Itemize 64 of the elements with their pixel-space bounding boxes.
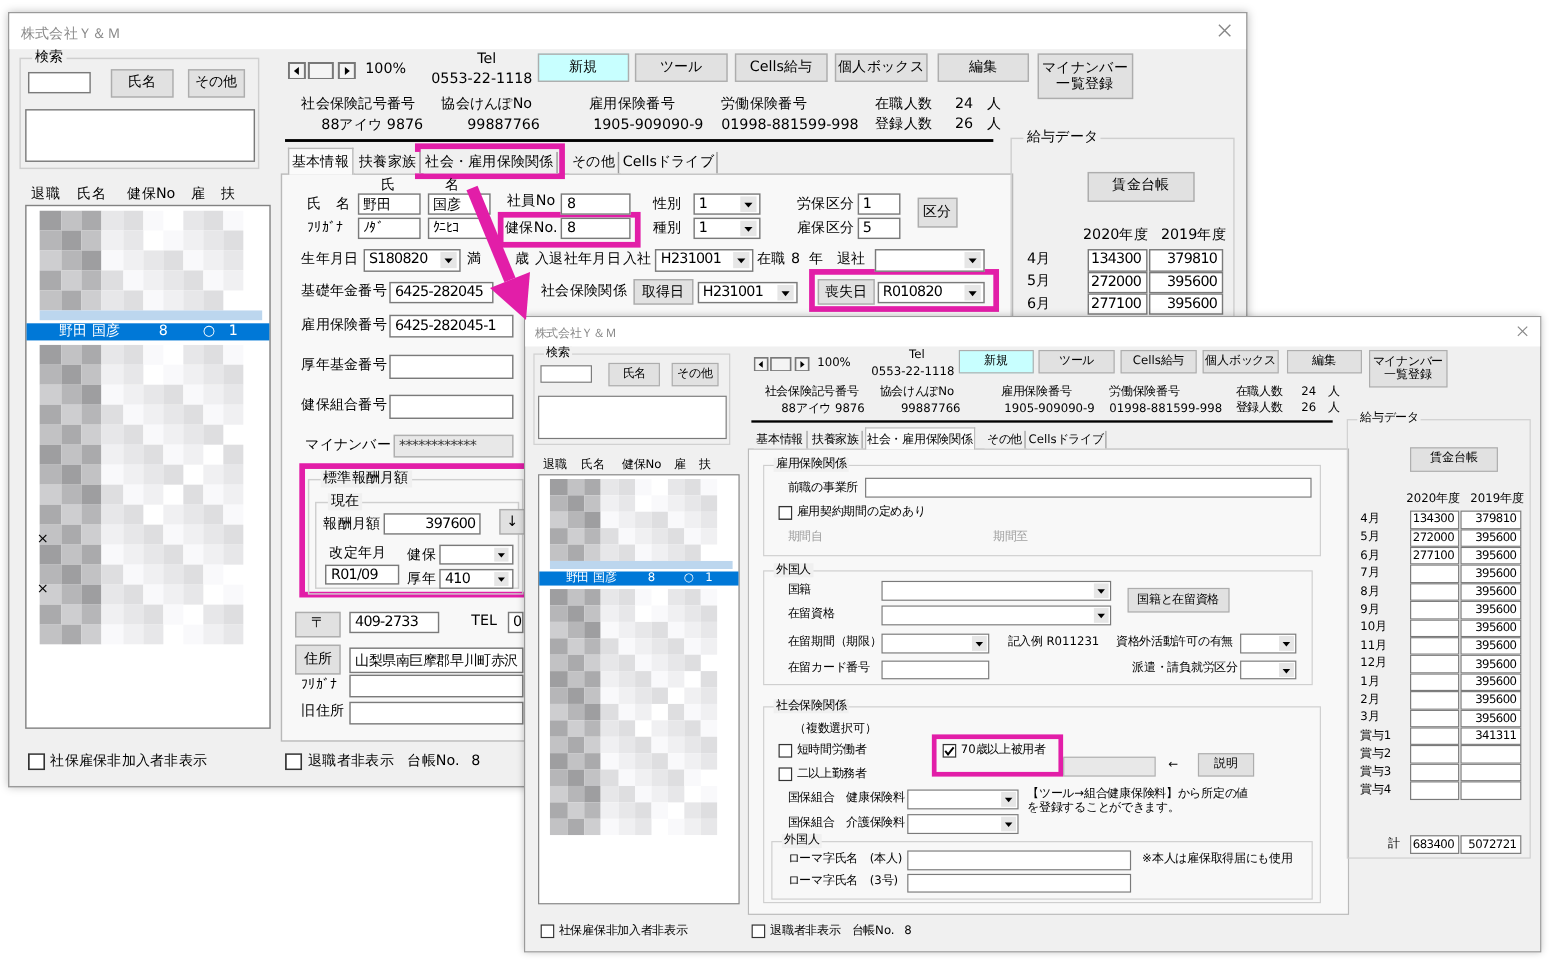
salary-field[interactable] — [1409, 564, 1459, 583]
dropdown-arrow-icon — [1278, 636, 1294, 652]
text-field[interactable] — [349, 701, 524, 726]
search-field[interactable] — [27, 71, 92, 94]
checkbox-icon — [285, 753, 303, 771]
salary-field[interactable] — [1409, 709, 1459, 728]
dropdown-arrow-icon — [1093, 608, 1109, 624]
salary-field[interactable] — [1409, 583, 1459, 601]
dropdown[interactable] — [907, 789, 1019, 810]
text-area[interactable] — [538, 395, 727, 439]
salary-field[interactable] — [1460, 781, 1522, 800]
checkbox-icon — [539, 924, 554, 939]
text-field[interactable] — [907, 873, 1131, 894]
dropdown[interactable] — [881, 605, 1111, 626]
dropdown-arrow-icon — [491, 548, 511, 563]
checkbox-icon — [777, 505, 792, 520]
dropdown-arrow-icon — [963, 252, 983, 269]
salary-field[interactable] — [1409, 727, 1459, 746]
text-field[interactable] — [907, 850, 1131, 871]
dropdown-arrow-icon — [491, 572, 511, 587]
dropdown[interactable] — [1240, 633, 1297, 654]
salary-field[interactable] — [1409, 745, 1459, 764]
salary-field[interactable] — [1460, 745, 1522, 764]
dropdown-arrow-icon — [439, 252, 459, 269]
dropdown[interactable] — [875, 249, 985, 272]
salary-field[interactable] — [1409, 781, 1459, 800]
checkbox-icon — [941, 743, 956, 758]
salary-field[interactable] — [1409, 637, 1459, 656]
text-field[interactable] — [389, 355, 514, 380]
checkbox-icon — [777, 766, 792, 781]
salary-field[interactable] — [1460, 763, 1522, 782]
dropdown-arrow-icon — [739, 220, 759, 237]
dropdown-arrow-icon — [1001, 816, 1017, 832]
salary-field[interactable] — [1409, 655, 1459, 674]
salary-field[interactable] — [1409, 691, 1459, 710]
dropdown-arrow-icon — [963, 284, 983, 301]
salary-field[interactable] — [1409, 601, 1459, 620]
dropdown-arrow-icon — [1001, 792, 1017, 808]
checkbox-icon — [751, 924, 766, 939]
text-area[interactable] — [25, 109, 256, 162]
checkbox-icon — [777, 743, 792, 758]
dropdown[interactable] — [881, 633, 990, 654]
dropdown-arrow-icon — [775, 284, 795, 301]
dropdown[interactable] — [907, 814, 1019, 834]
scroll-arrows-icon[interactable] — [753, 356, 813, 372]
text-field[interactable] — [864, 477, 1312, 498]
dropdown-arrow-icon — [1278, 662, 1294, 678]
salary-field[interactable] — [1409, 673, 1459, 692]
dropdown-arrow-icon — [971, 636, 988, 652]
dropdown-arrow-icon — [739, 196, 759, 213]
text-field[interactable] — [389, 395, 514, 420]
salary-field[interactable] — [1409, 619, 1459, 638]
dropdown-arrow-icon — [731, 252, 751, 269]
text-field[interactable] — [881, 660, 990, 680]
checkbox-icon — [27, 753, 45, 771]
search-field[interactable] — [539, 364, 593, 383]
scroll-arrows-icon[interactable] — [287, 61, 360, 80]
dropdown[interactable] — [439, 545, 514, 566]
text-field[interactable] — [349, 675, 524, 698]
salary-field[interactable] — [1409, 763, 1459, 782]
dropdown[interactable] — [881, 581, 1111, 601]
dropdown-arrow-icon — [1093, 583, 1109, 599]
close-icon[interactable] — [1217, 23, 1232, 38]
dropdown[interactable] — [1240, 660, 1297, 680]
